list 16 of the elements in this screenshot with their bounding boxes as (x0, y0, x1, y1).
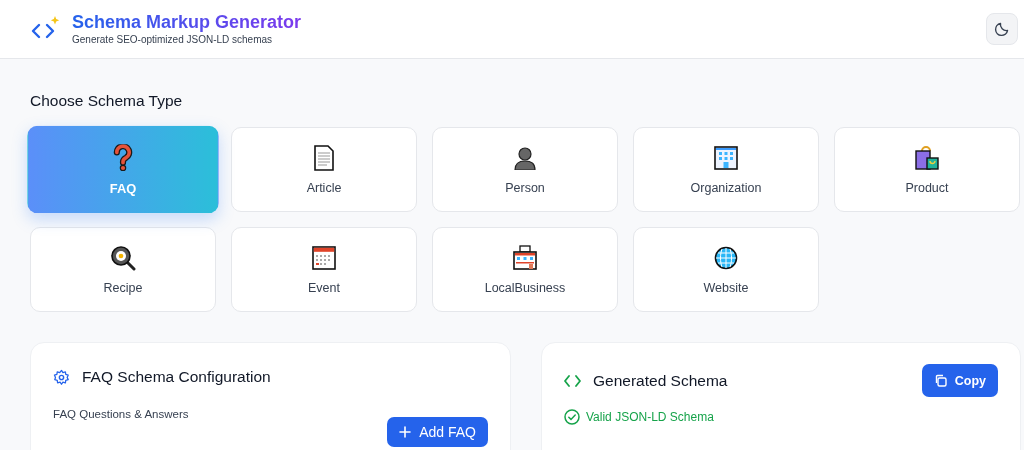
panel-title: FAQ Schema Configuration (82, 368, 271, 386)
schema-type-card[interactable]: LocalBusiness (432, 227, 618, 312)
validation-status: Valid JSON-LD Schema (586, 410, 714, 424)
panel-title: Generated Schema (593, 371, 728, 390)
section-label: FAQ Questions & Answers (53, 408, 189, 420)
schema-type-card[interactable]: Product (834, 127, 1020, 212)
copy-button[interactable]: Copy (921, 364, 998, 397)
add-faq-button[interactable]: Add FAQ (387, 417, 488, 447)
app-subtitle: Generate SEO-optimized JSON-LD schemas (72, 33, 274, 47)
schema-type-card[interactable]: Website (633, 227, 819, 312)
schema-type-card[interactable]: Person (432, 127, 618, 212)
schema-type-card[interactable]: Organization (633, 127, 819, 212)
schema-type-card[interactable]: Event (231, 227, 417, 312)
section-title: Choose Schema Type (30, 92, 184, 110)
schema-type-card[interactable]: Article (231, 127, 417, 212)
schema-type-card[interactable]: Recipe (30, 227, 216, 312)
